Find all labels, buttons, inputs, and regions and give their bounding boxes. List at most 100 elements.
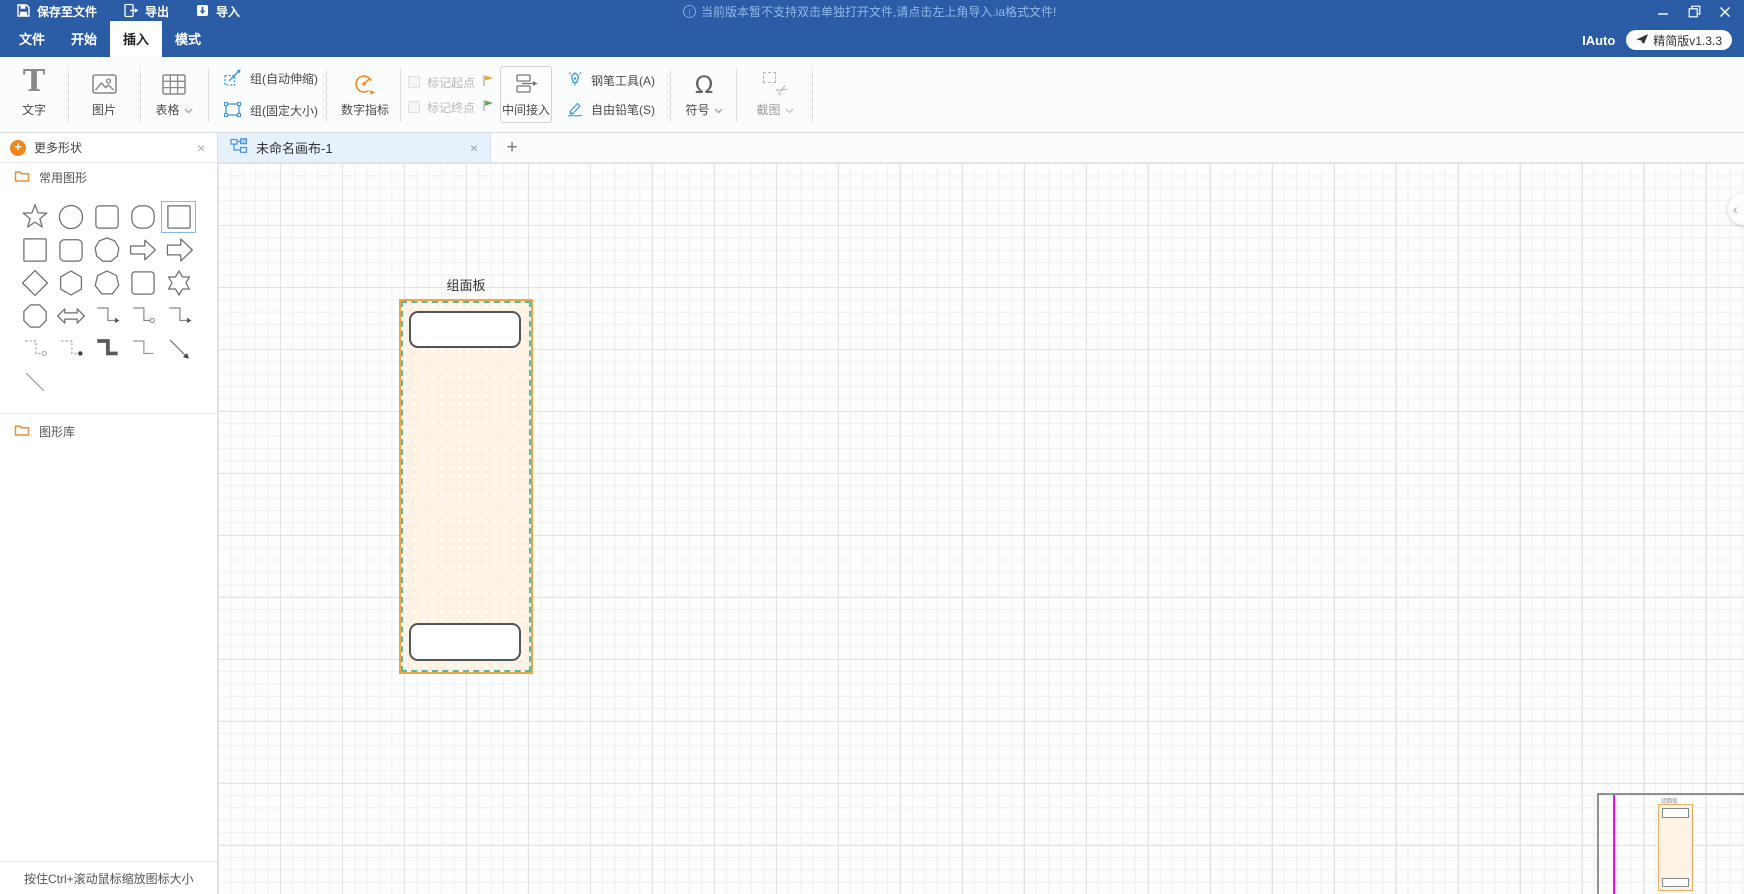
- save-label: 保存至文件: [37, 5, 98, 19]
- version-badge[interactable]: 精简版v1.3.3: [1626, 30, 1732, 50]
- canvas-tree-icon: [230, 138, 248, 157]
- table-icon: [161, 57, 187, 97]
- group-panel-node-bottom[interactable]: [409, 623, 521, 661]
- minimize-button[interactable]: [1656, 5, 1670, 19]
- menubar: 文件 开始 插入 模式 IAuto 精简版v1.3.3: [0, 21, 1744, 57]
- shape-elbow-dashed-dot[interactable]: [53, 333, 88, 365]
- text-icon: T: [22, 64, 46, 99]
- screenshot-icon: ✂: [762, 71, 793, 101]
- shape-square[interactable]: [161, 201, 196, 233]
- green-flag-icon: [482, 99, 494, 115]
- pencil-icon: [566, 99, 584, 120]
- chevron-down-icon: [714, 103, 723, 117]
- shape-arrow-right-wide[interactable]: [161, 234, 196, 266]
- close-window-button[interactable]: [1718, 5, 1732, 19]
- more-shapes-header: + 更多形状 ×: [0, 133, 217, 163]
- group-fixed-label: 组(固定大小): [250, 104, 318, 118]
- shape-elbow-connector-circle[interactable]: [125, 300, 160, 332]
- add-shapes-icon[interactable]: +: [10, 139, 26, 156]
- shape-library-group[interactable]: 图形库: [0, 414, 217, 448]
- group-panel-label[interactable]: 组面板: [418, 275, 514, 294]
- menu-tab-file[interactable]: 文件: [6, 21, 58, 57]
- shape-star-5[interactable]: [17, 201, 52, 233]
- collapse-right-panel-button[interactable]: ‹: [1728, 193, 1744, 225]
- restore-button[interactable]: [1687, 5, 1701, 19]
- image-tool-button[interactable]: 图片: [68, 57, 140, 132]
- ribbon-toolbar: T 文字 图片 表格 组(自动伸缩) 组(固定大小) 数字指标 标记起点 标记终…: [0, 57, 1744, 133]
- import-icon: [195, 3, 210, 21]
- menu-tab-insert[interactable]: 插入: [110, 21, 163, 57]
- screenshot-tool-button[interactable]: ✂ 截图: [740, 57, 810, 132]
- mark-end-checkbox[interactable]: 标记终点: [408, 99, 494, 116]
- shape-elbow-dashed-circle[interactable]: [17, 333, 52, 365]
- canvas-tabstrip: 未命名画布-1 × +: [218, 133, 1744, 163]
- overview-minimap[interactable]: 组面板: [1597, 793, 1744, 894]
- common-shapes-group[interactable]: 常用图形: [0, 163, 217, 191]
- shape-rounded-square-3[interactable]: [125, 267, 160, 299]
- text-tool-label: 文字: [21, 103, 46, 117]
- export-button[interactable]: 导出: [123, 3, 169, 21]
- chevron-down-icon: [184, 103, 193, 117]
- pen-tool-label: 钢笔工具(A): [591, 73, 655, 88]
- drawing-canvas[interactable]: 组面板 组面板 ‹: [218, 163, 1744, 894]
- version-notice: i 当前版本暂不支持双击单独打开文件,请点击左上角导入.ia格式文件!: [683, 0, 1056, 23]
- menu-tab-mode[interactable]: 模式: [162, 21, 214, 57]
- symbol-label: 符号: [685, 103, 710, 117]
- mark-start-checkbox[interactable]: 标记起点: [408, 74, 494, 91]
- close-tab-button[interactable]: ×: [470, 140, 478, 156]
- shape-rounded-square[interactable]: [89, 201, 124, 233]
- shape-library-label: 图形库: [39, 424, 76, 439]
- shape-squircle[interactable]: [125, 201, 160, 233]
- middle-access-button[interactable]: 中间接入: [500, 66, 552, 123]
- numeric-indicator-label: 数字指标: [340, 103, 389, 117]
- common-shapes-label: 常用图形: [39, 170, 88, 185]
- import-button[interactable]: 导入: [195, 3, 240, 21]
- folder-icon: [14, 423, 30, 440]
- text-tool-button[interactable]: T 文字: [0, 57, 68, 132]
- group-panel-node-top[interactable]: [409, 311, 521, 348]
- pen-tool-button[interactable]: 钢笔工具(A): [566, 70, 655, 91]
- close-shapes-panel-button[interactable]: ×: [197, 141, 205, 155]
- group-auto-button[interactable]: 组(自动伸缩): [222, 67, 318, 91]
- shape-double-arrow-horizontal[interactable]: [53, 300, 88, 332]
- new-tab-button[interactable]: +: [491, 133, 533, 162]
- shapes-sidebar: + 更多形状 × 常用图形 图形库 按住Ctrl+滚动鼠标缩放图标大小: [0, 133, 218, 894]
- shape-star-6[interactable]: [161, 267, 196, 299]
- shape-diagonal-line[interactable]: [17, 366, 52, 398]
- shape-heptagon[interactable]: [89, 267, 124, 299]
- shape-elbow-connector-arrow-2[interactable]: [161, 300, 196, 332]
- checkbox-icon: [408, 76, 420, 88]
- shape-square-2[interactable]: [17, 234, 52, 266]
- symbol-tool-button[interactable]: Ω 符号: [672, 57, 736, 132]
- shape-arrow-right[interactable]: [125, 234, 160, 266]
- image-tool-label: 图片: [91, 103, 116, 117]
- save-icon: [16, 3, 31, 21]
- shape-elbow-thin[interactable]: [125, 333, 160, 365]
- shape-elbow-connector-arrow[interactable]: [89, 300, 124, 332]
- pen-icon: [566, 70, 584, 91]
- table-tool-button[interactable]: 表格: [140, 57, 208, 132]
- shape-circle[interactable]: [53, 201, 88, 233]
- orange-flag-icon: [482, 74, 494, 90]
- save-to-file-button[interactable]: 保存至文件: [16, 3, 97, 21]
- canvas-tab[interactable]: 未命名画布-1 ×: [218, 133, 491, 162]
- middle-access-icon: [514, 72, 539, 100]
- free-pencil-button[interactable]: 自由铅笔(S): [566, 99, 655, 120]
- group-fixed-button[interactable]: 组(固定大小): [222, 99, 318, 123]
- notice-text: 当前版本暂不支持双击单独打开文件,请点击左上角导入.ia格式文件!: [701, 5, 1057, 19]
- omega-icon: Ω: [694, 71, 714, 99]
- export-label: 导出: [145, 5, 170, 19]
- group-panel-shape[interactable]: [399, 299, 533, 674]
- shape-rounded-square-2[interactable]: [53, 234, 88, 266]
- shape-nonagon[interactable]: [89, 234, 124, 266]
- numeric-indicator-button[interactable]: 数字指标: [330, 57, 400, 132]
- shape-hexagon[interactable]: [53, 267, 88, 299]
- shape-elbow-thick[interactable]: [89, 333, 124, 365]
- statusbar: 按住Ctrl+滚动鼠标缩放图标大小: [0, 861, 217, 894]
- page-guide-line: [1613, 795, 1615, 894]
- shape-diagonal-arrow[interactable]: [161, 333, 196, 365]
- export-icon: [123, 3, 139, 21]
- shape-diamond[interactable]: [17, 267, 52, 299]
- shape-octagon[interactable]: [17, 300, 52, 332]
- menu-tab-home[interactable]: 开始: [58, 21, 110, 57]
